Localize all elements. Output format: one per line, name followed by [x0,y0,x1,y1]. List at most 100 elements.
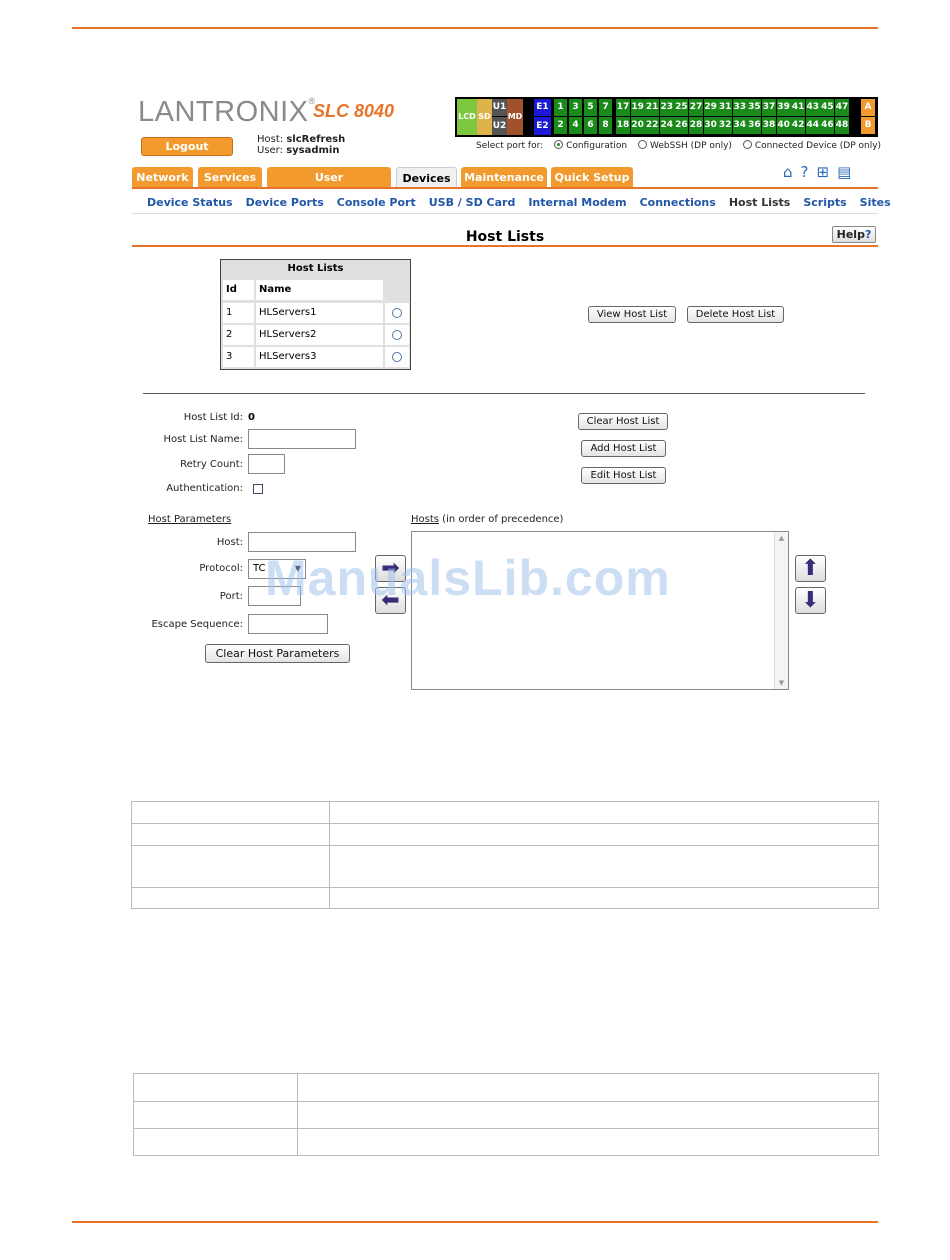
device-port[interactable]: 38 [762,117,776,134]
tab-services[interactable]: Services [198,167,262,188]
device-port[interactable]: 7 [599,99,612,116]
device-port[interactable]: 40 [776,117,791,134]
hosts-label: Hosts [411,514,439,525]
device-port[interactable]: 41 [791,99,806,116]
device-port[interactable]: 2 [554,117,567,134]
tab-quick-setup[interactable]: Quick Setup [551,167,633,188]
move-down-button[interactable]: ⬇ [795,587,826,614]
device-port[interactable]: 33 [732,99,747,116]
table-row [134,1101,878,1102]
radio-configuration[interactable] [554,140,564,149]
home-icon[interactable]: ⌂ [783,163,801,181]
table-1-column-divider [329,802,330,908]
subnav-sites[interactable]: Sites [860,196,891,209]
row-1-radio[interactable] [392,308,402,318]
device-port[interactable]: 18 [616,117,630,134]
port-a[interactable]: A [861,99,875,116]
device-port[interactable]: 24 [659,117,674,134]
tab-maintenance[interactable]: Maintenance [461,167,547,188]
device-port[interactable]: 5 [584,99,597,116]
device-port[interactable]: 45 [820,99,835,116]
subnav-usb-sd-card[interactable]: USB / SD Card [429,196,516,209]
log-icon[interactable]: ▤ [837,163,859,181]
authentication-checkbox[interactable] [253,484,263,494]
logout-button[interactable]: Logout [141,137,233,156]
hosts-scrollbar[interactable]: ▲ ▼ [774,532,788,689]
device-port[interactable]: 32 [718,117,733,134]
device-port[interactable]: 31 [718,99,733,116]
device-port[interactable]: 42 [791,117,806,134]
tab-user-authentication[interactable]: User Authentication [267,167,391,205]
device-port[interactable]: 23 [659,99,674,116]
scroll-up-icon[interactable]: ▲ [775,534,788,542]
subnav-scripts[interactable]: Scripts [803,196,846,209]
tab-network[interactable]: Network [132,167,193,188]
select-port-label: Select port for: [476,141,544,151]
question-icon[interactable]: ? [801,163,817,181]
eth2-port[interactable]: E2 [534,117,551,135]
device-port[interactable]: 37 [762,99,776,116]
device-port[interactable]: 25 [674,99,689,116]
device-port[interactable]: 36 [747,117,762,134]
device-port[interactable]: 48 [835,117,849,134]
device-port[interactable]: 26 [674,117,689,134]
sd-port[interactable]: SD [477,99,492,135]
device-port[interactable]: 1 [554,99,567,116]
device-port[interactable]: 19 [630,99,645,116]
device-port[interactable]: 6 [584,117,597,134]
table-2-column-divider [297,1074,298,1155]
device-port[interactable]: 17 [616,99,630,116]
device-port[interactable]: 8 [599,117,612,134]
usb1-port[interactable]: U1 [492,99,507,116]
escape-sequence-label: Escape Sequence: [151,619,243,630]
subnav-internal-modem[interactable]: Internal Modem [528,196,626,209]
device-port[interactable]: 27 [689,99,703,116]
device-port[interactable]: 35 [747,99,762,116]
row-3-radio[interactable] [392,352,402,362]
tab-devices[interactable]: Devices [396,167,457,189]
device-port[interactable]: 47 [835,99,849,116]
retry-count-input[interactable] [248,454,285,474]
radio-connected-device[interactable] [742,140,752,149]
usb2-port[interactable]: U2 [492,117,507,135]
device-port[interactable]: 43 [805,99,820,116]
user-value: sysadmin [286,145,340,156]
device-port[interactable]: 28 [689,117,703,134]
lcd-port[interactable]: LCD [457,99,477,135]
delete-host-list-button[interactable]: Delete Host List [687,306,784,323]
device-port[interactable]: 39 [776,99,791,116]
tab-bar-line [132,187,878,189]
radio-webssh[interactable] [637,140,647,149]
add-host-list-button[interactable]: Add Host List [581,440,666,457]
device-port[interactable]: 21 [645,99,660,116]
device-port[interactable]: 46 [820,117,835,134]
device-port[interactable]: 30 [703,117,718,134]
row-2-radio[interactable] [392,330,402,340]
device-port[interactable]: 20 [630,117,645,134]
subnav-connections[interactable]: Connections [640,196,716,209]
device-port[interactable]: 34 [732,117,747,134]
sitemap-icon[interactable]: ⊞ [817,163,838,181]
edit-host-list-button[interactable]: Edit Host List [581,467,666,484]
device-port[interactable]: 29 [703,99,718,116]
subnav-console-port[interactable]: Console Port [337,196,416,209]
clear-host-parameters-button[interactable]: Clear Host Parameters [205,644,350,663]
device-port[interactable]: 44 [805,117,820,134]
eth1-port[interactable]: E1 [534,99,551,116]
host-list-name-input[interactable] [248,429,356,449]
host-parameters-heading: Host Parameters [148,514,232,525]
device-port[interactable]: 3 [569,99,582,116]
subnav-device-status[interactable]: Device Status [147,196,233,209]
modem-port[interactable]: MD [507,99,523,135]
device-port[interactable]: 4 [569,117,582,134]
help-button[interactable]: Help? [832,226,876,243]
escape-sequence-input[interactable] [248,614,328,634]
subnav-host-lists[interactable]: Host Lists [729,196,791,209]
view-host-list-button[interactable]: View Host List [588,306,676,323]
port-b[interactable]: B [861,117,875,134]
device-port[interactable]: 22 [645,117,660,134]
move-up-button[interactable]: ⬆ [795,555,826,582]
subnav-device-ports[interactable]: Device Ports [246,196,324,209]
clear-host-list-button[interactable]: Clear Host List [578,413,668,430]
scroll-down-icon[interactable]: ▼ [775,679,788,687]
